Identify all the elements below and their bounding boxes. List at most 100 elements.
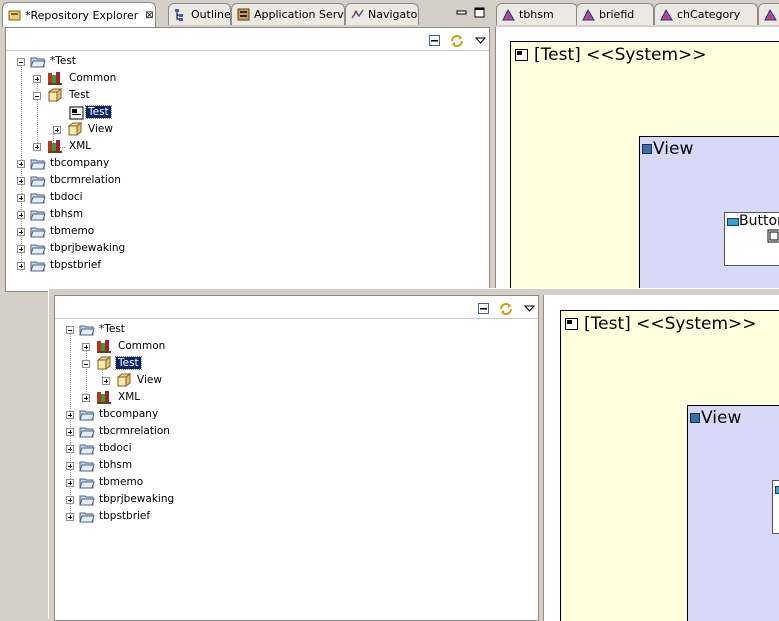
tree-item-label: tbdoci bbox=[99, 442, 132, 454]
expand-toggle[interactable] bbox=[17, 194, 25, 202]
view-box[interactable]: View Button bbox=[639, 136, 779, 292]
tab-repository-explorer[interactable]: *Repository Explorer ⊠ bbox=[2, 2, 156, 27]
books-icon bbox=[48, 72, 62, 85]
system-box[interactable]: [Test] <<System>> View Button bbox=[510, 41, 779, 292]
collapse-all-icon[interactable] bbox=[429, 35, 440, 46]
expand-toggle[interactable] bbox=[66, 496, 74, 504]
tab-outline[interactable]: Outline bbox=[168, 3, 231, 25]
folder-open-icon bbox=[79, 444, 95, 455]
folder-open-icon bbox=[30, 227, 46, 238]
tree-item-label: XML bbox=[118, 391, 141, 403]
folder-open-icon bbox=[30, 210, 46, 221]
tree-item-label: View bbox=[88, 123, 113, 135]
maximize-icon[interactable] bbox=[474, 7, 485, 18]
tree-item-label: tbcompany bbox=[99, 408, 159, 420]
folder-open-icon bbox=[79, 427, 95, 438]
tab-more[interactable] bbox=[758, 3, 779, 25]
folder-open-icon bbox=[30, 244, 46, 255]
system-box[interactable]: [Test] <<System>> View bbox=[560, 310, 779, 621]
system-title: [Test] <<System>> bbox=[534, 45, 707, 65]
expand-toggle[interactable] bbox=[82, 394, 90, 402]
package-icon bbox=[67, 122, 83, 136]
repository-explorer-pane-2: *Test Common Test View XML tbcompany tbc… bbox=[54, 295, 539, 621]
expand-toggle[interactable] bbox=[102, 377, 110, 385]
close-icon[interactable]: ⊠ bbox=[145, 10, 153, 21]
button-title: Button bbox=[739, 213, 779, 229]
tab-label: *Repository Explorer bbox=[25, 8, 139, 22]
expand-toggle[interactable] bbox=[66, 411, 74, 419]
view-icon bbox=[642, 144, 652, 154]
button-box[interactable]: Button bbox=[724, 212, 779, 266]
navigator-icon bbox=[351, 9, 364, 19]
expand-toggle[interactable] bbox=[33, 143, 41, 151]
tree-item-label-selected: Test bbox=[85, 105, 112, 119]
diagram-canvas-2[interactable]: [Test] <<System>> View bbox=[543, 295, 779, 621]
view-menu-icon[interactable] bbox=[524, 303, 535, 314]
tab-navigator[interactable]: Navigator bbox=[345, 3, 419, 25]
tree-item-label: tbpstbrief bbox=[99, 510, 151, 522]
tree-item-label: tbcompany bbox=[50, 157, 110, 169]
expand-toggle[interactable] bbox=[82, 343, 90, 351]
expand-toggle[interactable] bbox=[17, 211, 25, 219]
tab-application-server[interactable]: Application Server bbox=[231, 3, 345, 25]
view-toolbar bbox=[55, 296, 538, 319]
expand-toggle[interactable] bbox=[17, 245, 25, 253]
button-box[interactable] bbox=[772, 480, 779, 534]
tree-item-label: tbprjbewaking bbox=[99, 493, 175, 505]
tree-item-label: Test bbox=[69, 89, 90, 101]
link-with-editor-icon[interactable] bbox=[450, 34, 464, 48]
folder-open-icon bbox=[79, 478, 95, 489]
button-icon bbox=[727, 218, 739, 226]
folder-open-icon bbox=[30, 193, 46, 204]
outline-icon bbox=[175, 9, 183, 21]
tree-item-label: tbcrmrelation bbox=[50, 174, 121, 186]
collapse-toggle[interactable] bbox=[17, 58, 25, 66]
books-icon bbox=[48, 140, 62, 153]
books-icon bbox=[97, 340, 111, 353]
package-icon bbox=[116, 373, 132, 387]
system-icon bbox=[565, 318, 578, 330]
tab-label: Outline bbox=[191, 8, 231, 21]
expand-toggle[interactable] bbox=[17, 177, 25, 185]
server-icon bbox=[237, 8, 250, 21]
diagram-canvas[interactable]: [Test] <<System>> View Button bbox=[495, 27, 779, 292]
collapse-toggle[interactable] bbox=[82, 360, 90, 368]
collapse-toggle[interactable] bbox=[66, 326, 74, 334]
diagram-icon bbox=[582, 8, 595, 21]
expand-toggle[interactable] bbox=[53, 126, 61, 134]
tab-briefid[interactable]: briefid bbox=[576, 3, 654, 25]
books-icon bbox=[97, 391, 111, 404]
tree-item-label: tbmemo bbox=[99, 476, 144, 488]
tree-item-label: *Test bbox=[50, 55, 76, 67]
view-toolbar bbox=[6, 28, 489, 51]
folder-open-icon bbox=[30, 57, 46, 68]
expand-toggle[interactable] bbox=[33, 75, 41, 83]
tab-label: Application Server bbox=[254, 8, 345, 21]
expand-toggle[interactable] bbox=[66, 479, 74, 487]
tab-tbhsm[interactable]: tbhsm bbox=[496, 3, 578, 25]
collapse-toggle[interactable] bbox=[33, 92, 41, 100]
diagram-icon bbox=[502, 8, 515, 21]
expand-toggle[interactable] bbox=[17, 160, 25, 168]
folder-open-icon bbox=[79, 410, 95, 421]
view-box[interactable]: View bbox=[687, 405, 779, 621]
tree-item-label: tbhsm bbox=[50, 208, 84, 220]
view-icon bbox=[690, 413, 700, 423]
expand-toggle[interactable] bbox=[66, 513, 74, 521]
expand-toggle[interactable] bbox=[17, 228, 25, 236]
expand-toggle[interactable] bbox=[17, 262, 25, 270]
system-diagram-icon bbox=[69, 106, 84, 120]
link-with-editor-icon[interactable] bbox=[499, 302, 513, 316]
view-menu-icon[interactable] bbox=[475, 35, 486, 46]
folder-open-icon bbox=[79, 325, 95, 336]
tree-item-label-selected: Test bbox=[115, 356, 142, 370]
tree-item-label: tbmemo bbox=[50, 225, 95, 237]
expand-toggle[interactable] bbox=[66, 445, 74, 453]
tab-chcategory[interactable]: chCategory bbox=[654, 3, 758, 25]
expand-toggle[interactable] bbox=[66, 428, 74, 436]
diagram-icon bbox=[660, 8, 673, 21]
minimize-icon[interactable] bbox=[456, 7, 467, 18]
expand-toggle[interactable] bbox=[66, 462, 74, 470]
tree-item-label: XML bbox=[69, 140, 92, 152]
collapse-all-icon[interactable] bbox=[478, 303, 489, 314]
